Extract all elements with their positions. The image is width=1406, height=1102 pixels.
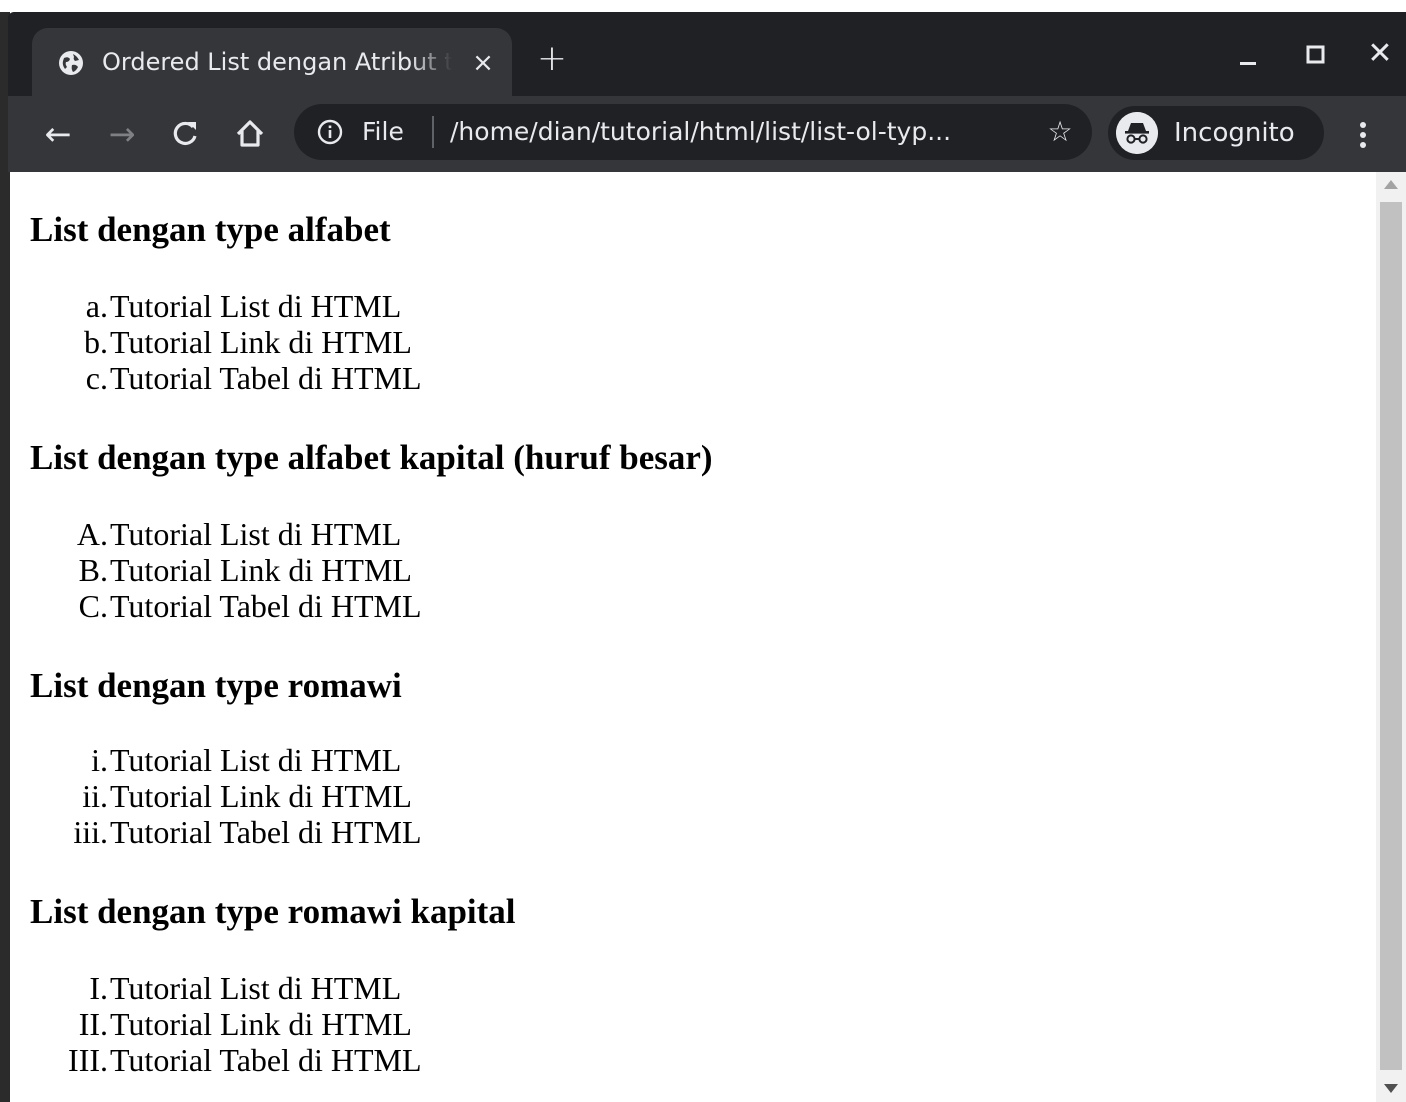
omnibox-divider (432, 116, 434, 148)
list-alfabet-kapital: A. Tutorial List di HTML B. Tutorial Link … (30, 516, 630, 624)
list-item: i. Tutorial List di HTML (30, 742, 630, 778)
url-text[interactable]: /home/dian/tutorial/html/list/list-ol-ty… (450, 114, 1028, 150)
list-item: b. Tutorial Link di HTML (30, 324, 630, 360)
list-romawi-kapital: I. Tutorial List di HTML II. Tutorial Link… (30, 970, 630, 1078)
list-marker: ii. (82, 778, 108, 814)
list-marker: a. (85, 288, 108, 324)
maximize-icon (1306, 45, 1325, 64)
list-item: II. Tutorial Link di HTML (30, 1006, 630, 1042)
list-item-text: Tutorial Tabel di HTML (110, 360, 422, 396)
minimize-icon (1240, 62, 1256, 65)
browser-window: Ordered List dengan Atribut type × + ✕ ←… (0, 0, 1406, 1102)
list-marker: I. (89, 970, 108, 1006)
incognito-indicator[interactable]: Incognito (1108, 106, 1324, 160)
list-marker: c. (85, 360, 108, 396)
bookmark-star-icon[interactable]: ☆ (1042, 114, 1078, 150)
list-marker: b. (84, 324, 108, 360)
list-marker: i. (91, 742, 108, 778)
menu-dot (1360, 132, 1366, 138)
back-button[interactable]: ← (38, 114, 78, 154)
maximize-button[interactable] (1298, 38, 1334, 74)
incognito-label: Incognito (1174, 118, 1295, 148)
section-heading-alfabet: List dengan type alfabet (30, 210, 391, 249)
browser-chrome: Ordered List dengan Atribut type × + ✕ ←… (8, 12, 1406, 172)
scroll-up-arrow-icon[interactable] (1384, 180, 1398, 189)
window-left-edge (0, 12, 10, 1102)
reload-icon (173, 121, 197, 146)
list-item-text: Tutorial Tabel di HTML (110, 588, 422, 624)
list-item-text: Tutorial Tabel di HTML (110, 1042, 422, 1078)
list-item-text: Tutorial List di HTML (110, 970, 402, 1006)
list-marker: B. (78, 552, 108, 588)
minimize-button[interactable] (1230, 38, 1266, 74)
list-item: A. Tutorial List di HTML (30, 516, 630, 552)
tab-title: Ordered List dengan Atribut type (102, 48, 452, 76)
new-tab-button[interactable]: + (534, 41, 570, 78)
menu-dot (1360, 122, 1366, 128)
list-marker: A. (76, 516, 108, 552)
list-item: C. Tutorial Tabel di HTML (30, 588, 630, 624)
list-item: I. Tutorial List di HTML (30, 970, 630, 1006)
info-icon[interactable] (316, 118, 344, 146)
active-tab[interactable]: Ordered List dengan Atribut type × (32, 28, 512, 96)
forward-button[interactable]: → (102, 114, 142, 154)
list-item: III. Tutorial Tabel di HTML (30, 1042, 630, 1078)
list-item: B. Tutorial Link di HTML (30, 552, 630, 588)
section-heading-romawi-kapital: List dengan type romawi kapital (30, 892, 516, 931)
menu-dot (1360, 142, 1366, 148)
list-item-text: Tutorial Link di HTML (110, 1006, 412, 1042)
more-menu-icon[interactable] (1348, 114, 1378, 154)
reload-button[interactable] (166, 114, 206, 154)
window-top-edge (0, 0, 1406, 12)
list-marker: C. (78, 588, 108, 624)
list-alfabet: a. Tutorial List di HTML b. Tutorial Link … (30, 288, 630, 396)
toolbar: ← → File /home/dian/tutorial/html/list/l… (8, 96, 1406, 172)
section-heading-romawi: List dengan type romawi (30, 666, 402, 705)
vertical-scrollbar[interactable] (1376, 172, 1406, 1102)
list-marker: III. (68, 1042, 108, 1078)
list-item: iii. Tutorial Tabel di HTML (30, 814, 630, 850)
tab-close-icon[interactable]: × (468, 48, 498, 78)
window-close-button[interactable]: ✕ (1362, 38, 1398, 74)
home-button[interactable] (230, 114, 270, 154)
list-item: a. Tutorial List di HTML (30, 288, 630, 324)
globe-icon (59, 51, 83, 75)
file-scheme-label: File (362, 117, 404, 146)
list-item-text: Tutorial Link di HTML (110, 324, 412, 360)
list-romawi: i. Tutorial List di HTML ii. Tutorial Link… (30, 742, 630, 850)
list-item-text: Tutorial Link di HTML (110, 552, 412, 588)
list-item-text: Tutorial List di HTML (110, 516, 402, 552)
list-item-text: Tutorial List di HTML (110, 288, 402, 324)
scrollbar-thumb[interactable] (1380, 202, 1402, 1070)
list-item: ii. Tutorial Link di HTML (30, 778, 630, 814)
page-content: List dengan type alfabet a. Tutorial List… (10, 172, 1376, 1102)
home-icon (236, 120, 264, 147)
list-item-text: Tutorial Link di HTML (110, 778, 412, 814)
list-item-text: Tutorial Tabel di HTML (110, 814, 422, 850)
incognito-icon (1116, 112, 1158, 154)
address-bar[interactable]: File /home/dian/tutorial/html/list/list-… (294, 104, 1092, 160)
section-heading-alfabet-kapital: List dengan type alfabet kapital (huruf … (30, 438, 713, 477)
list-marker: iii. (73, 814, 108, 850)
scroll-down-arrow-icon[interactable] (1384, 1084, 1398, 1093)
list-item-text: Tutorial List di HTML (110, 742, 402, 778)
list-marker: II. (78, 1006, 108, 1042)
list-item: c. Tutorial Tabel di HTML (30, 360, 630, 396)
